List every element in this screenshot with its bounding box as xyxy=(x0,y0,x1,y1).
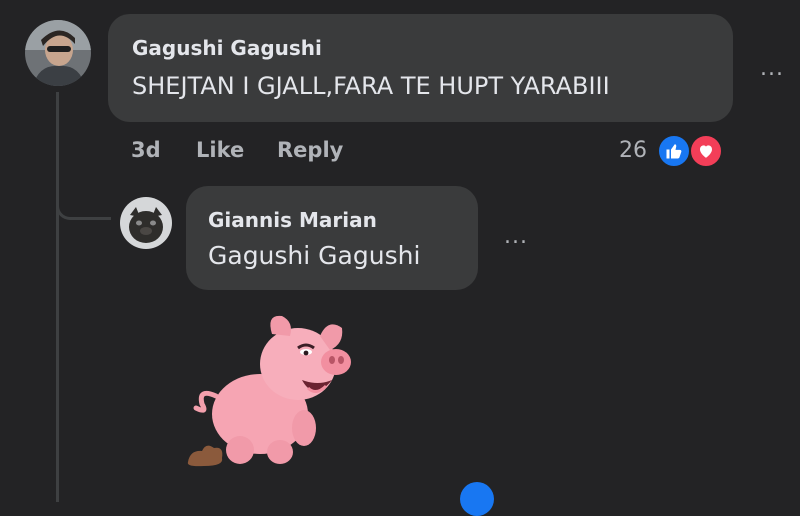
reply-connector xyxy=(56,170,111,220)
comment-bubble: Gagushi Gagushi SHEJTAN I GJALL,FARA TE … xyxy=(108,14,733,122)
love-icon xyxy=(689,134,723,168)
reply-bubble: Giannis Marian Gagushi Gagushi xyxy=(186,186,478,290)
like-button[interactable]: Like xyxy=(196,138,244,162)
reply-more-button[interactable]: ... xyxy=(504,226,528,248)
comment-author[interactable]: Gagushi Gagushi xyxy=(132,36,322,60)
reply-avatar[interactable] xyxy=(120,197,172,249)
reply-button[interactable]: Reply xyxy=(277,138,343,162)
comment-avatar[interactable] xyxy=(25,20,91,86)
reply-author[interactable]: Giannis Marian xyxy=(208,208,377,232)
comment-age[interactable]: 3d xyxy=(131,138,161,162)
reply-text: Gagushi Gagushi xyxy=(208,241,421,270)
like-icon xyxy=(657,134,691,168)
thread-line xyxy=(56,92,59,502)
comment-more-button[interactable]: ... xyxy=(760,58,784,80)
like-icon xyxy=(460,482,494,516)
reaction-count: 26 xyxy=(619,138,647,163)
pig-sticker[interactable] xyxy=(184,310,360,470)
comment-text: SHEJTAN I GJALL,FARA TE HUPT YARABIII xyxy=(132,72,610,100)
